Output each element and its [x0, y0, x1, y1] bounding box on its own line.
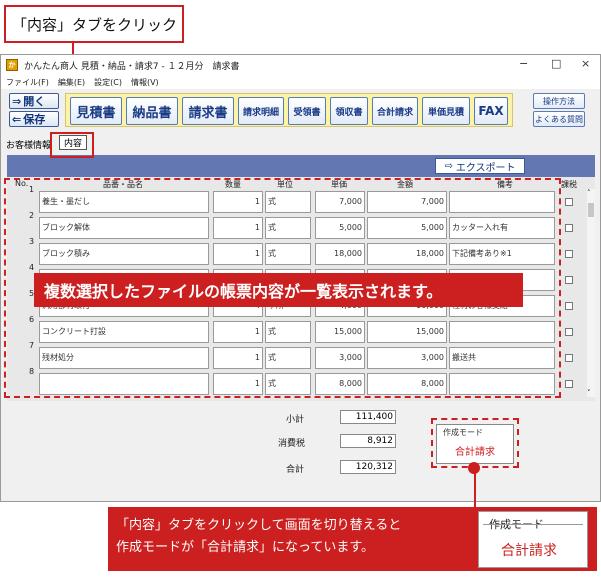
toolbar: ⇒ 開く ⇐ 保存 見積書 納品書 請求書 請求明細 受領書 領収書 合計請求 …	[1, 89, 600, 131]
save-button[interactable]: ⇐ 保存	[9, 111, 59, 127]
open-label: 開く	[23, 95, 46, 108]
zoom-mode-value: 合計請求	[501, 543, 557, 559]
receipt-acknowledgement-button[interactable]: 受領書	[288, 97, 326, 125]
taxable-checkbox[interactable]	[565, 224, 573, 232]
taxable-checkbox[interactable]	[565, 198, 573, 206]
export-icon: ⇨	[444, 160, 453, 172]
zoom-mode-rule	[483, 524, 583, 525]
content-tab-highlight	[50, 132, 94, 158]
open-icon: ⇒	[12, 94, 22, 108]
taxable-checkbox[interactable]	[565, 354, 573, 362]
top-callout: 「内容」タブをクリック	[4, 5, 184, 43]
middle-banner: 複数選択したファイルの帳票内容が一覧表示されます。	[34, 273, 523, 307]
delivery-button[interactable]: 納品書	[126, 97, 178, 125]
menu-info[interactable]: 情報(V)	[131, 77, 159, 88]
window-title: かんたん商人 見積・納品・請求7 - １２月分 請求書	[24, 61, 240, 72]
mode-connector	[474, 468, 476, 510]
maximize-button[interactable]: □	[551, 57, 561, 70]
subtotal-label: 小計	[286, 415, 305, 425]
invoice-button[interactable]: 請求書	[182, 97, 234, 125]
creation-mode-highlight	[431, 418, 519, 468]
total-label: 合計	[286, 465, 305, 475]
scroll-thumb[interactable]	[588, 203, 594, 217]
scroll-up-icon[interactable]: ˄	[587, 189, 591, 197]
taxable-checkbox[interactable]	[565, 276, 573, 284]
menu-edit[interactable]: 編集(E)	[58, 77, 85, 88]
scroll-down-icon[interactable]: ˅	[587, 389, 591, 397]
fax-button[interactable]: FAX	[474, 97, 508, 125]
receipt-button[interactable]: 領収書	[330, 97, 368, 125]
creation-mode-zoom: 作成モード 合計請求	[478, 511, 588, 568]
table-scrollbar[interactable]: ˄ ˅	[587, 189, 595, 397]
invoice-detail-button[interactable]: 請求明細	[238, 97, 284, 125]
export-label: エクスポート	[455, 162, 516, 174]
save-icon: ⇐	[12, 112, 22, 126]
tax-value: 8,912	[340, 434, 396, 448]
faq-button[interactable]: よくある質問	[533, 111, 585, 127]
quote-button[interactable]: 見積書	[70, 97, 122, 125]
export-button[interactable]: ⇨ エクスポート	[435, 158, 525, 174]
tab-customer-info[interactable]: お客様情報	[6, 138, 51, 151]
menu-settings[interactable]: 設定(C)	[94, 77, 122, 88]
close-button[interactable]: ×	[581, 57, 590, 70]
screenshot-stage: 「内容」タブをクリック か かんたん商人 見積・納品・請求7 - １２月分 請求…	[0, 0, 601, 578]
app-icon: か	[6, 59, 18, 71]
taxable-checkbox[interactable]	[565, 380, 573, 388]
header-taxable: 課税	[561, 180, 577, 189]
how-to-button[interactable]: 操作方法	[533, 93, 585, 109]
taxable-checkbox[interactable]	[565, 250, 573, 258]
document-type-bar: 見積書 納品書 請求書 請求明細 受領書 領収書 合計請求 単価見積 FAX	[65, 93, 513, 127]
title-bar: か かんたん商人 見積・納品・請求7 - １２月分 請求書 − □ ×	[1, 55, 600, 75]
minimize-button[interactable]: −	[519, 57, 528, 70]
taxable-checkbox[interactable]	[565, 328, 573, 336]
save-label: 保存	[23, 113, 46, 126]
tax-label: 消費税	[278, 439, 306, 449]
menu-bar: ファイル(F) 編集(E) 設定(C) 情報(V)	[1, 75, 600, 89]
taxable-checkbox[interactable]	[565, 302, 573, 310]
menu-file[interactable]: ファイル(F)	[6, 77, 49, 88]
export-strip: ⇨ エクスポート	[7, 155, 595, 177]
mode-dot	[468, 462, 480, 474]
total-value: 120,312	[340, 460, 396, 474]
open-button[interactable]: ⇒ 開く	[9, 93, 59, 109]
total-invoice-button[interactable]: 合計請求	[372, 97, 418, 125]
subtotal-value: 111,400	[340, 410, 396, 424]
unit-price-quote-button[interactable]: 単価見積	[422, 97, 470, 125]
